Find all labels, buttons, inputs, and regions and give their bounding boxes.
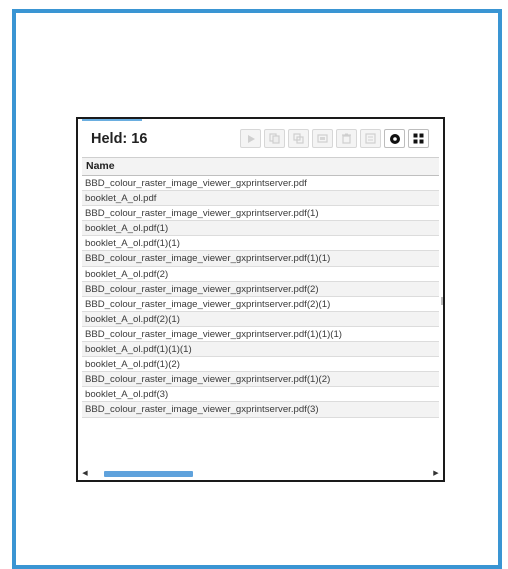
merge-button[interactable] [288, 129, 309, 148]
vertical-scroll-indicator[interactable] [441, 297, 443, 305]
delete-button[interactable] [336, 129, 357, 148]
table-row[interactable]: booklet_A_ol.pdf(3) [82, 387, 439, 403]
preview-button[interactable] [312, 129, 333, 148]
settings-button[interactable] [384, 129, 405, 148]
grid-view-button[interactable] [408, 129, 429, 148]
held-count-title: Held: 16 [91, 131, 148, 147]
copy-button[interactable] [264, 129, 285, 148]
table-row[interactable]: booklet_A_ol.pdf [82, 191, 439, 207]
copy-icon [269, 133, 280, 144]
release-button[interactable] [240, 129, 261, 148]
table-row[interactable]: booklet_A_ol.pdf(1)(1)(1) [82, 342, 439, 358]
horizontal-scroll-thumb[interactable] [104, 471, 193, 477]
table-row[interactable]: booklet_A_ol.pdf(1) [82, 221, 439, 237]
table-row[interactable]: BBD_colour_raster_image_viewer_gxprintse… [82, 281, 439, 297]
table-row[interactable]: BBD_colour_raster_image_viewer_gxprintse… [82, 297, 439, 312]
details-icon [365, 133, 376, 144]
table-row[interactable]: booklet_A_ol.pdf(2) [82, 267, 439, 282]
merge-icon [293, 133, 304, 144]
table-row[interactable]: BBD_colour_raster_image_viewer_gxprintse… [82, 251, 439, 267]
preview-icon [317, 134, 328, 143]
scroll-left-arrow-icon[interactable]: ◀ [80, 469, 90, 479]
scroll-right-arrow-icon[interactable]: ▶ [431, 469, 441, 479]
column-header-name[interactable]: Name [82, 157, 439, 176]
trash-icon [342, 133, 351, 144]
table-row[interactable]: BBD_colour_raster_image_viewer_gxprintse… [82, 206, 439, 222]
table-row[interactable]: booklet_A_ol.pdf(2)(1) [82, 311, 439, 327]
table-row[interactable]: BBD_colour_raster_image_viewer_gxprintse… [82, 402, 439, 418]
details-button[interactable] [360, 129, 381, 148]
table-row[interactable]: BBD_colour_raster_image_viewer_gxprintse… [82, 372, 439, 388]
panel-header: Held: 16 [78, 119, 443, 157]
table-body: BBD_colour_raster_image_viewer_gxprintse… [82, 176, 439, 418]
table-row[interactable]: BBD_colour_raster_image_viewer_gxprintse… [82, 176, 439, 192]
toolbar [240, 129, 429, 148]
play-icon [247, 134, 255, 143]
held-jobs-table: Name BBD_colour_raster_image_viewer_gxpr… [82, 157, 439, 418]
table-row[interactable]: booklet_A_ol.pdf(1)(2) [82, 357, 439, 373]
horizontal-scrollbar[interactable]: ◀ ▶ [80, 469, 441, 479]
table-row[interactable]: booklet_A_ol.pdf(1)(1) [82, 236, 439, 252]
held-jobs-panel: Held: 16 Name BBD_colour_raster_image_vi… [76, 117, 445, 482]
grid-view-icon [413, 133, 424, 144]
settings-icon [389, 133, 400, 144]
table-row[interactable]: BBD_colour_raster_image_viewer_gxprintse… [82, 327, 439, 343]
